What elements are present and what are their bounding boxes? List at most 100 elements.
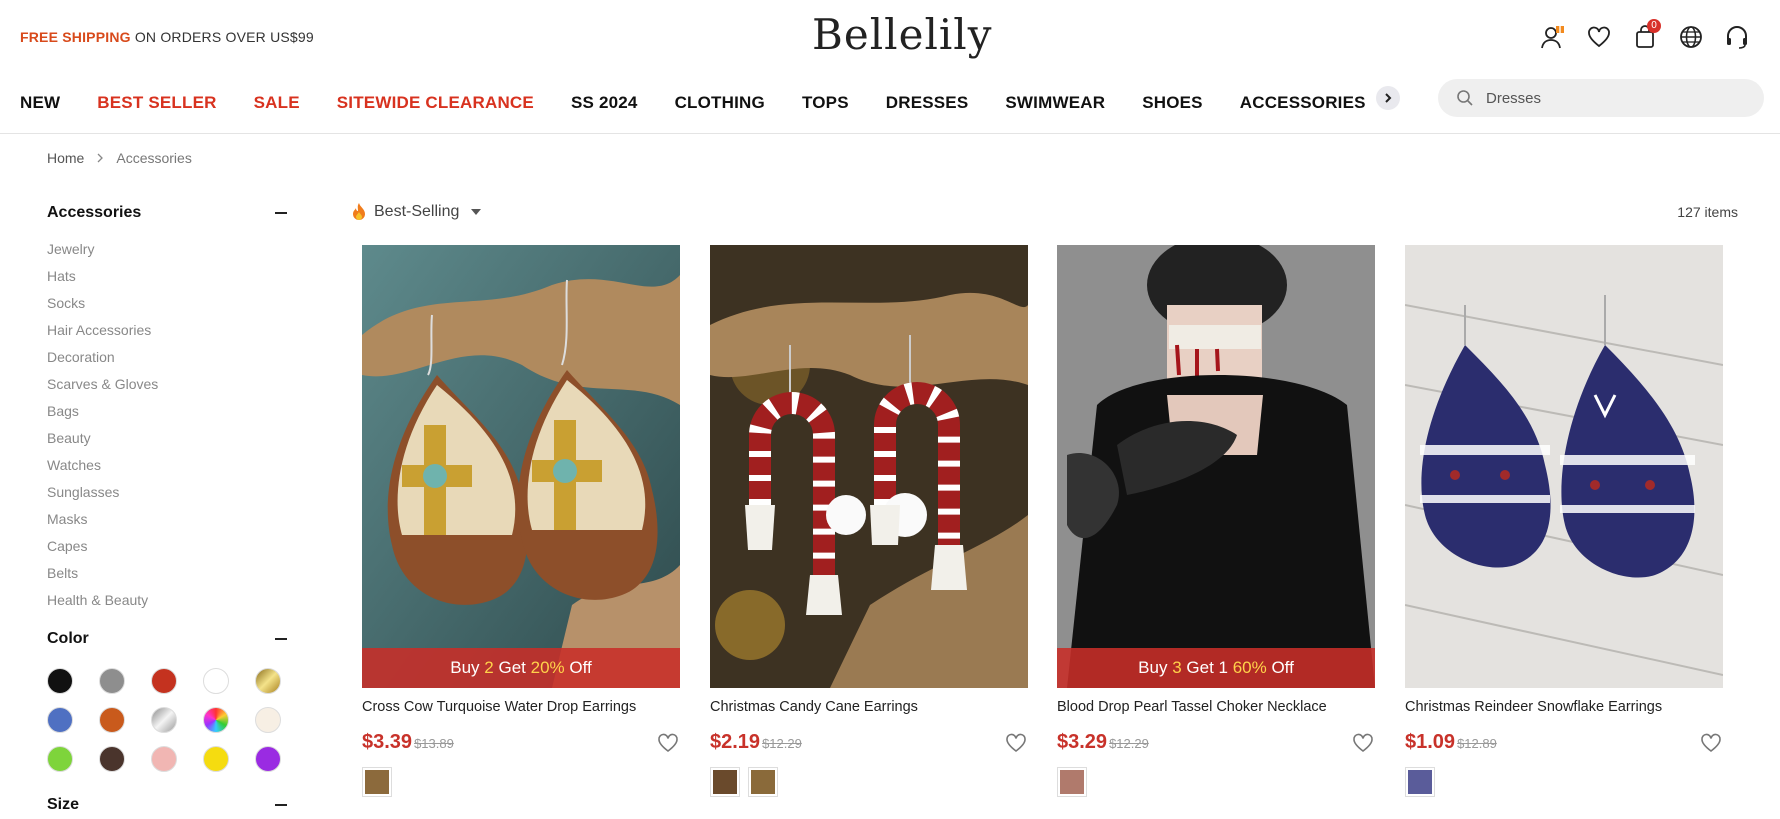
top-bar: FREE SHIPPING ON ORDERS OVER US$99 Belle… bbox=[0, 0, 1780, 72]
category-item-socks[interactable]: Socks bbox=[47, 290, 289, 317]
product-title[interactable]: Cross Cow Turquoise Water Drop Earrings bbox=[362, 699, 680, 717]
add-to-wishlist-heart-icon[interactable] bbox=[1004, 731, 1028, 755]
chevron-right-icon bbox=[1385, 93, 1392, 103]
category-item-jewelry[interactable]: Jewelry bbox=[47, 236, 289, 263]
color-swatch[interactable] bbox=[203, 707, 229, 733]
variant-thumbnail[interactable] bbox=[1057, 767, 1087, 797]
shipping-promo-text: ON ORDERS OVER US$99 bbox=[130, 29, 314, 45]
add-to-wishlist-heart-icon[interactable] bbox=[656, 731, 680, 755]
shopping-bag-icon[interactable]: 0 bbox=[1622, 19, 1668, 52]
variant-thumbnail[interactable] bbox=[710, 767, 740, 797]
product-old-price: $12.89 bbox=[1457, 736, 1497, 751]
product-image[interactable] bbox=[710, 245, 1028, 688]
category-item-beauty[interactable]: Beauty bbox=[47, 425, 289, 452]
collapse-minus-icon[interactable] bbox=[275, 638, 287, 640]
category-item-capes[interactable]: Capes bbox=[47, 533, 289, 560]
product-card[interactable]: Christmas Candy Cane Earrings $2.19 $12.29 bbox=[710, 245, 1028, 797]
promo-text: Off bbox=[564, 658, 592, 677]
product-card[interactable]: Buy 3 Get 1 60% Off Blood Drop Pearl Tass… bbox=[1057, 245, 1375, 797]
color-header[interactable]: Color bbox=[47, 626, 289, 652]
promo-discount: 20% bbox=[530, 658, 565, 677]
color-swatch[interactable] bbox=[151, 707, 177, 733]
category-item-scarves-gloves[interactable]: Scarves & Gloves bbox=[47, 371, 289, 398]
product-old-price: $13.89 bbox=[414, 736, 454, 751]
variant-thumbnail[interactable] bbox=[362, 767, 392, 797]
promo-text: Buy bbox=[1138, 658, 1173, 677]
account-gift-icon[interactable] bbox=[1530, 22, 1576, 52]
color-swatch[interactable] bbox=[151, 746, 177, 772]
category-item-bags[interactable]: Bags bbox=[47, 398, 289, 425]
nav-item-clothing[interactable]: CLOTHING bbox=[675, 88, 765, 118]
price-row: $3.39 $13.89 bbox=[362, 731, 680, 755]
color-swatch[interactable] bbox=[255, 707, 281, 733]
search-input[interactable] bbox=[1486, 89, 1746, 107]
nav-item-tops[interactable]: TOPS bbox=[802, 88, 849, 118]
price-row: $3.29 $12.29 bbox=[1057, 731, 1375, 755]
category-item-sunglasses[interactable]: Sunglasses bbox=[47, 479, 289, 506]
nav-item-sale[interactable]: SALE bbox=[254, 88, 300, 118]
headset-icon[interactable] bbox=[1714, 22, 1760, 52]
collapse-minus-icon[interactable] bbox=[275, 804, 287, 806]
product-image[interactable]: Buy 2 Get 20% Off bbox=[362, 245, 680, 688]
product-card[interactable]: Buy 2 Get 20% Off Cross Cow Turquoise Wat… bbox=[362, 245, 680, 797]
sort-dropdown[interactable]: Best-Selling bbox=[350, 202, 482, 222]
product-title[interactable]: Christmas Reindeer Snowflake Earrings bbox=[1405, 699, 1723, 717]
categories-title: Accessories bbox=[47, 204, 142, 221]
shipping-promo-accent: FREE SHIPPING bbox=[20, 29, 131, 45]
nav-item-swimwear[interactable]: SWIMWEAR bbox=[1005, 88, 1105, 118]
color-swatch[interactable] bbox=[203, 746, 229, 772]
category-item-hats[interactable]: Hats bbox=[47, 263, 289, 290]
nav-item-shoes[interactable]: SHOES bbox=[1142, 88, 1203, 118]
color-swatch[interactable] bbox=[99, 707, 125, 733]
add-to-wishlist-heart-icon[interactable] bbox=[1351, 731, 1375, 755]
wishlist-heart-icon[interactable] bbox=[1576, 22, 1622, 52]
price-row: $1.09 $12.89 bbox=[1405, 731, 1723, 755]
color-swatch[interactable] bbox=[255, 668, 281, 694]
product-image[interactable] bbox=[1405, 245, 1723, 688]
price-row: $2.19 $12.29 bbox=[710, 731, 1028, 755]
category-item-masks[interactable]: Masks bbox=[47, 506, 289, 533]
promo-text: Get 1 bbox=[1181, 658, 1233, 677]
nav-item-sitewide-clearance[interactable]: SITEWIDE CLEARANCE bbox=[337, 88, 534, 118]
nav-item-new[interactable]: NEW bbox=[20, 88, 60, 118]
category-item-health-beauty[interactable]: Health & Beauty bbox=[47, 587, 289, 614]
filter-sidebar: Accessories Jewelry Hats Socks Hair Accesso… bbox=[47, 200, 289, 818]
search-icon[interactable] bbox=[1456, 89, 1474, 107]
categories-header[interactable]: Accessories bbox=[47, 200, 289, 226]
product-image[interactable]: Buy 3 Get 1 60% Off bbox=[1057, 245, 1375, 688]
promo-text: Buy bbox=[450, 658, 485, 677]
color-swatch[interactable] bbox=[47, 668, 73, 694]
variant-thumbnail[interactable] bbox=[748, 767, 778, 797]
color-swatch[interactable] bbox=[47, 746, 73, 772]
brand-logo[interactable]: Bellelily bbox=[812, 10, 992, 59]
nav-item-dresses[interactable]: DRESSES bbox=[886, 88, 969, 118]
nav-item-best-seller[interactable]: BEST SELLER bbox=[97, 88, 216, 118]
nav-next-button[interactable] bbox=[1376, 86, 1400, 110]
category-item-hair-accessories[interactable]: Hair Accessories bbox=[47, 317, 289, 344]
category-item-watches[interactable]: Watches bbox=[47, 452, 289, 479]
add-to-wishlist-heart-icon[interactable] bbox=[1699, 731, 1723, 755]
breadcrumb: Home Accessories bbox=[47, 150, 192, 166]
color-swatch[interactable] bbox=[151, 668, 177, 694]
collapse-minus-icon[interactable] bbox=[275, 212, 287, 214]
category-list: Jewelry Hats Socks Hair Accessories Decorati… bbox=[47, 236, 289, 614]
product-title[interactable]: Christmas Candy Cane Earrings bbox=[710, 699, 1028, 717]
product-title[interactable]: Blood Drop Pearl Tassel Choker Necklace bbox=[1057, 699, 1375, 717]
color-swatch[interactable] bbox=[47, 707, 73, 733]
nav-item-ss-2024[interactable]: SS 2024 bbox=[571, 88, 638, 118]
category-item-belts[interactable]: Belts bbox=[47, 560, 289, 587]
variant-thumbnail[interactable] bbox=[1405, 767, 1435, 797]
nav-items: NEW BEST SELLER SALE SITEWIDE CLEARANCE SS 2… bbox=[20, 88, 1402, 118]
color-swatch[interactable] bbox=[255, 746, 281, 772]
breadcrumb-home[interactable]: Home bbox=[47, 150, 84, 166]
color-swatch[interactable] bbox=[203, 668, 229, 694]
color-swatch[interactable] bbox=[99, 668, 125, 694]
size-header[interactable]: Size bbox=[47, 792, 289, 818]
product-card[interactable]: Christmas Reindeer Snowflake Earrings $1.… bbox=[1405, 245, 1723, 797]
variant-thumbnails bbox=[710, 767, 1028, 797]
nav-item-accessories[interactable]: ACCESSORIES bbox=[1240, 88, 1366, 118]
category-item-decoration[interactable]: Decoration bbox=[47, 344, 289, 371]
color-swatch[interactable] bbox=[99, 746, 125, 772]
globe-icon[interactable] bbox=[1668, 22, 1714, 52]
product-price: $2.19 bbox=[710, 731, 761, 753]
